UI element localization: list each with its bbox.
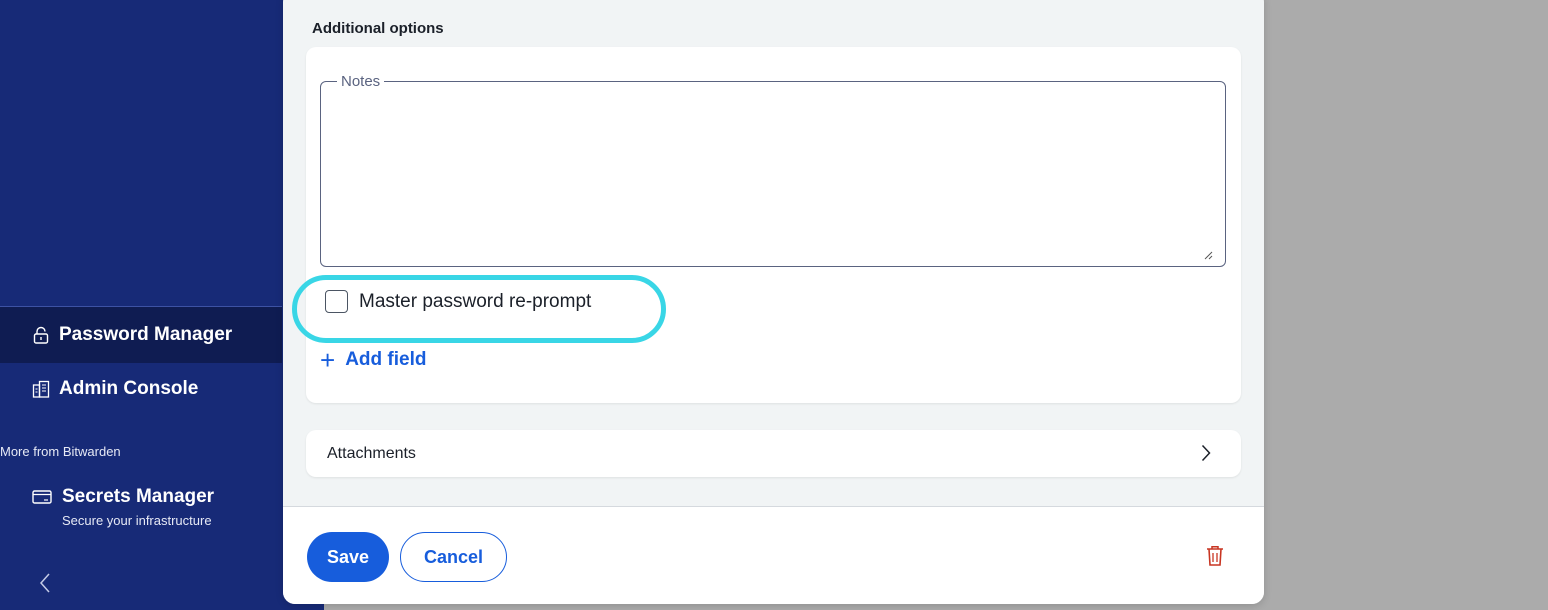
add-field-label: Add field xyxy=(345,349,427,370)
sidebar: Password Manager Admin Console More from… xyxy=(0,0,324,610)
attachments-row[interactable]: Attachments xyxy=(306,430,1241,477)
window-icon xyxy=(32,489,52,505)
more-from-bitwarden-label: More from Bitwarden xyxy=(0,444,121,459)
add-field-button[interactable]: + Add field xyxy=(320,347,426,373)
sidebar-item-password-manager[interactable]: Password Manager xyxy=(0,307,282,363)
building-icon xyxy=(32,380,50,398)
notes-label: Notes xyxy=(337,73,385,90)
notes-textarea[interactable]: Notes xyxy=(320,73,1226,267)
edit-item-dialog: Additional options Notes Master password… xyxy=(283,0,1264,604)
dialog-footer: Save Cancel xyxy=(283,506,1264,604)
additional-options-card: Notes Master password re-prompt + Add fi… xyxy=(292,47,1241,403)
secrets-manager-subtitle: Secure your infrastructure xyxy=(62,513,212,528)
sidebar-item-label: Password Manager xyxy=(59,324,233,345)
cancel-button[interactable]: Cancel xyxy=(400,532,507,582)
sidebar-item-admin-console[interactable]: Admin Console xyxy=(0,364,282,414)
trash-icon[interactable] xyxy=(1206,545,1224,567)
sidebar-item-secrets-manager[interactable]: Secrets Manager Secure your infrastructu… xyxy=(32,486,214,528)
master-password-reprompt-checkbox-row[interactable]: Master password re-prompt xyxy=(325,290,591,313)
sidebar-item-label: Admin Console xyxy=(59,378,199,399)
chevron-left-icon[interactable] xyxy=(38,571,52,595)
secrets-manager-label: Secrets Manager xyxy=(62,486,215,507)
plus-icon: + xyxy=(320,345,336,375)
chevron-right-icon xyxy=(1201,444,1211,462)
section-title: Additional options xyxy=(312,20,444,37)
lock-icon xyxy=(32,326,50,344)
resize-handle-icon[interactable] xyxy=(1204,247,1213,260)
reprompt-checkbox[interactable] xyxy=(325,290,348,313)
attachments-label: Attachments xyxy=(327,444,416,462)
reprompt-label: Master password re-prompt xyxy=(359,290,592,312)
save-button[interactable]: Save xyxy=(307,532,389,582)
